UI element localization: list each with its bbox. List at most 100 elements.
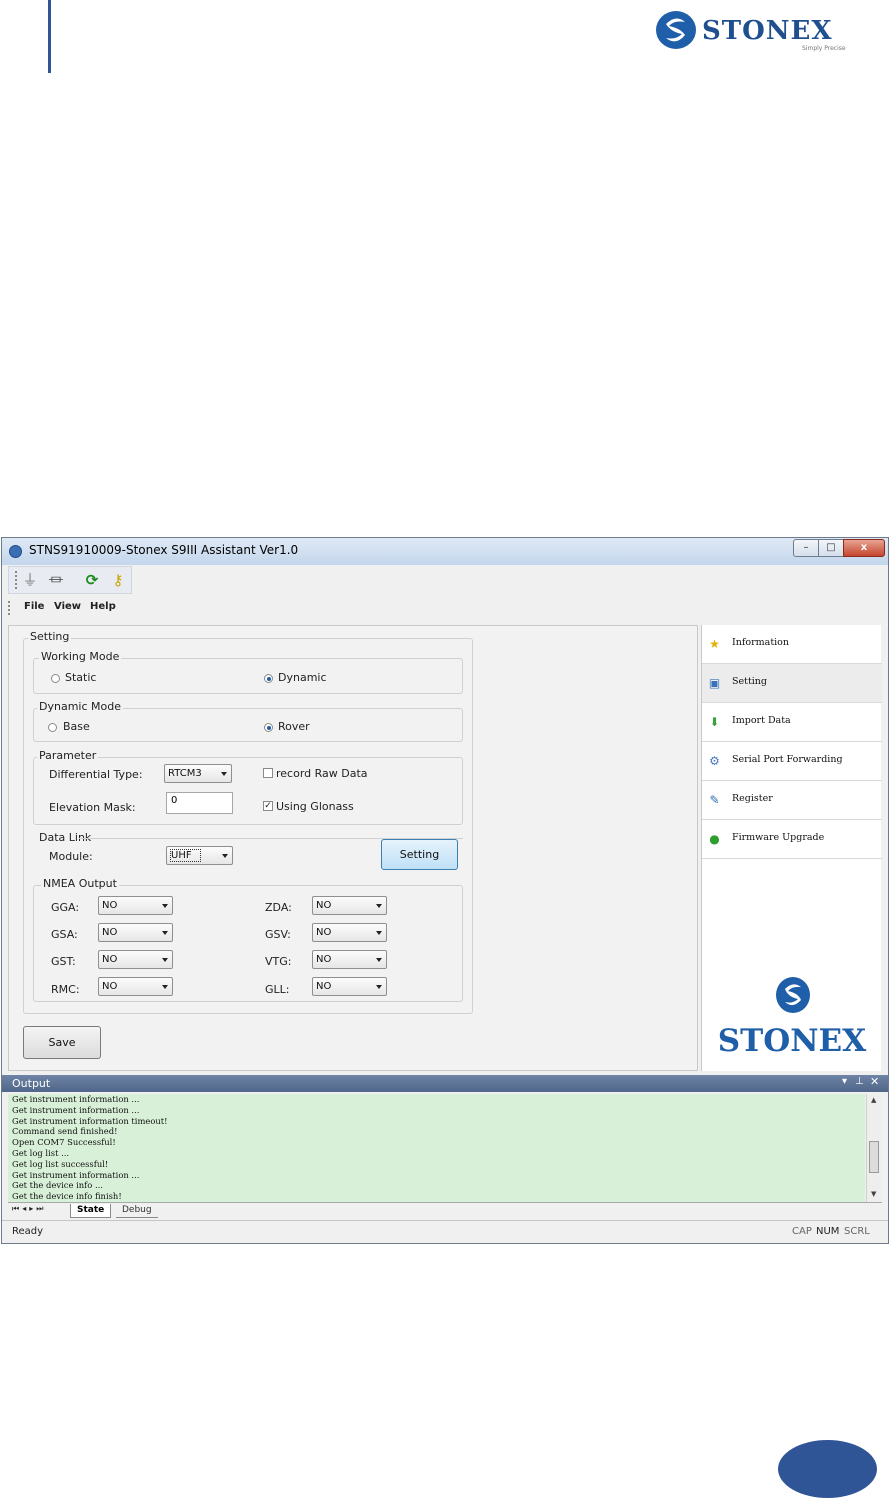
upgrade-icon: ● bbox=[709, 832, 720, 846]
output-title: Output bbox=[12, 1077, 51, 1090]
sidebar-item-serial-port-forwarding[interactable]: ⚙ Serial Port Forwarding bbox=[702, 742, 882, 781]
close-button[interactable]: x bbox=[843, 539, 885, 557]
chevron-down-icon bbox=[376, 931, 382, 935]
nmea-zda-label: ZDA: bbox=[265, 901, 292, 914]
scroll-down-icon[interactable]: ▼ bbox=[871, 1190, 876, 1198]
scroll-up-icon[interactable]: ▲ bbox=[871, 1096, 876, 1104]
using-glonass-checkbox[interactable]: ✓ bbox=[263, 801, 273, 811]
dynamic-radio[interactable] bbox=[264, 674, 273, 683]
elevation-mask-input[interactable]: 0 bbox=[166, 792, 233, 814]
page-margin-rule bbox=[48, 0, 51, 73]
nmea-gsa-select[interactable]: NO bbox=[98, 923, 173, 942]
dynamic-radio-label[interactable]: Dynamic bbox=[278, 671, 327, 684]
working-mode-group bbox=[33, 658, 463, 694]
menu-bar: File View Help bbox=[2, 598, 888, 618]
output-pane-header: Output ▾ ⊥ ✕ bbox=[2, 1075, 888, 1092]
status-bar: Ready CAP NUM SCRL bbox=[2, 1220, 888, 1243]
app-icon bbox=[9, 545, 22, 558]
log-line: Get the device info ... bbox=[12, 1180, 103, 1191]
sidebar-item-setting[interactable]: ▣ Setting bbox=[702, 664, 882, 703]
working-mode-label: Working Mode bbox=[39, 650, 122, 663]
differential-type-label: Differential Type: bbox=[49, 768, 143, 781]
setting-group-label: Setting bbox=[28, 630, 72, 643]
sidebar-item-information[interactable]: ★ Information bbox=[702, 625, 882, 664]
chevron-down-icon bbox=[222, 854, 228, 858]
nmea-gsv-select[interactable]: NO bbox=[312, 923, 387, 942]
menu-help[interactable]: Help bbox=[90, 601, 116, 612]
status-text: Ready bbox=[12, 1226, 44, 1237]
log-line: Get log list successful! bbox=[12, 1158, 109, 1169]
scrollbar-thumb[interactable] bbox=[869, 1141, 879, 1173]
pin-icon[interactable]: ⊥ bbox=[855, 1076, 864, 1087]
static-radio-label[interactable]: Static bbox=[65, 671, 96, 684]
log-line: Get log list ... bbox=[12, 1147, 70, 1158]
output-tabs: ⏮◂▸⏭ State Debug bbox=[8, 1202, 882, 1218]
port-icon: ⚙ bbox=[709, 754, 720, 768]
log-line: Get instrument information ... bbox=[12, 1094, 140, 1104]
log-line: Command send finished! bbox=[12, 1126, 118, 1137]
window-title: STNS91910009-Stonex S9III Assistant Ver1… bbox=[29, 543, 299, 557]
differential-type-select[interactable]: RTCM3 bbox=[164, 764, 232, 783]
nmea-gga-select[interactable]: NO bbox=[98, 896, 173, 915]
static-radio[interactable] bbox=[51, 674, 60, 683]
disconnect-icon[interactable]: ⏛ bbox=[47, 571, 65, 589]
pane-menu-icon[interactable]: ▾ bbox=[842, 1076, 847, 1087]
log-line: Get instrument information ... bbox=[12, 1104, 140, 1115]
data-link-setting-button[interactable]: Setting bbox=[381, 839, 458, 870]
menu-view[interactable]: View bbox=[54, 601, 81, 612]
rover-radio[interactable] bbox=[264, 723, 273, 732]
output-scrollbar[interactable]: ▲ ▼ bbox=[866, 1094, 882, 1202]
menubar-grip[interactable] bbox=[8, 601, 12, 615]
setting-panel: Setting Working Mode Static Dynamic Dyna… bbox=[8, 625, 698, 1071]
module-label: Module: bbox=[49, 850, 93, 863]
rover-radio-label[interactable]: Rover bbox=[278, 720, 310, 733]
sidebar-item-register[interactable]: ✎ Register bbox=[702, 781, 882, 820]
menu-file[interactable]: File bbox=[24, 601, 44, 612]
chevron-down-icon bbox=[162, 958, 168, 962]
pane-close-icon[interactable]: ✕ bbox=[870, 1075, 879, 1088]
sidebar-item-import-data[interactable]: ⬇ Import Data bbox=[702, 703, 882, 742]
nmea-output-label: NMEA Output bbox=[41, 877, 119, 890]
maximize-button[interactable]: □ bbox=[818, 539, 844, 557]
chevron-down-icon bbox=[376, 985, 382, 989]
nmea-zda-select[interactable]: NO bbox=[312, 896, 387, 915]
nmea-vtg-label: VTG: bbox=[265, 955, 292, 968]
record-raw-data-checkbox[interactable] bbox=[263, 768, 273, 778]
tab-debug[interactable]: Debug bbox=[116, 1204, 158, 1218]
save-button[interactable]: Save bbox=[23, 1026, 101, 1059]
output-log: Get instrument information ... Get instr… bbox=[8, 1094, 865, 1202]
app-window: STNS91910009-Stonex S9III Assistant Ver1… bbox=[1, 537, 889, 1244]
minimize-button[interactable]: – bbox=[793, 539, 819, 557]
elevation-mask-label: Elevation Mask: bbox=[49, 801, 136, 814]
base-radio[interactable] bbox=[48, 723, 57, 732]
log-line: Open COM7 Successful! bbox=[12, 1137, 116, 1148]
toolbar-grip[interactable] bbox=[15, 571, 19, 589]
chevron-down-icon bbox=[376, 958, 382, 962]
nmea-gst-label: GST: bbox=[51, 955, 76, 968]
nmea-gsa-label: GSA: bbox=[51, 928, 78, 941]
key-icon[interactable]: ⚷ bbox=[109, 571, 127, 589]
title-bar[interactable]: STNS91910009-Stonex S9III Assistant Ver1… bbox=[2, 538, 888, 565]
log-line: Get the device info finish! bbox=[12, 1191, 122, 1202]
parameter-label: Parameter bbox=[37, 749, 99, 762]
chevron-down-icon bbox=[376, 904, 382, 908]
nmea-rmc-select[interactable]: NO bbox=[98, 977, 173, 996]
nmea-gsv-label: GSV: bbox=[265, 928, 291, 941]
nmea-rmc-label: RMC: bbox=[51, 983, 80, 996]
tab-state[interactable]: State bbox=[70, 1204, 112, 1218]
record-raw-data-label[interactable]: record Raw Data bbox=[276, 767, 368, 780]
base-radio-label[interactable]: Base bbox=[63, 720, 90, 733]
nmea-gst-select[interactable]: NO bbox=[98, 950, 173, 969]
nmea-vtg-select[interactable]: NO bbox=[312, 950, 387, 969]
nmea-gll-select[interactable]: NO bbox=[312, 977, 387, 996]
svg-text:STONEX: STONEX bbox=[718, 1023, 867, 1059]
sidebar-item-firmware-upgrade[interactable]: ● Firmware Upgrade bbox=[702, 820, 882, 859]
refresh-icon[interactable]: ⟳ bbox=[83, 571, 101, 589]
toolbar: ⏚ ⏛ ⟳ ⚷ bbox=[8, 566, 132, 594]
module-select[interactable]: UHF bbox=[166, 846, 233, 865]
connect-icon[interactable]: ⏚ bbox=[21, 571, 39, 589]
using-glonass-label[interactable]: Using Glonass bbox=[276, 800, 354, 813]
stonex-sidebar-logo: STONEX bbox=[706, 975, 880, 1065]
tab-nav-arrows-icon[interactable]: ⏮◂▸⏭ bbox=[12, 1204, 46, 1214]
chevron-down-icon bbox=[162, 904, 168, 908]
